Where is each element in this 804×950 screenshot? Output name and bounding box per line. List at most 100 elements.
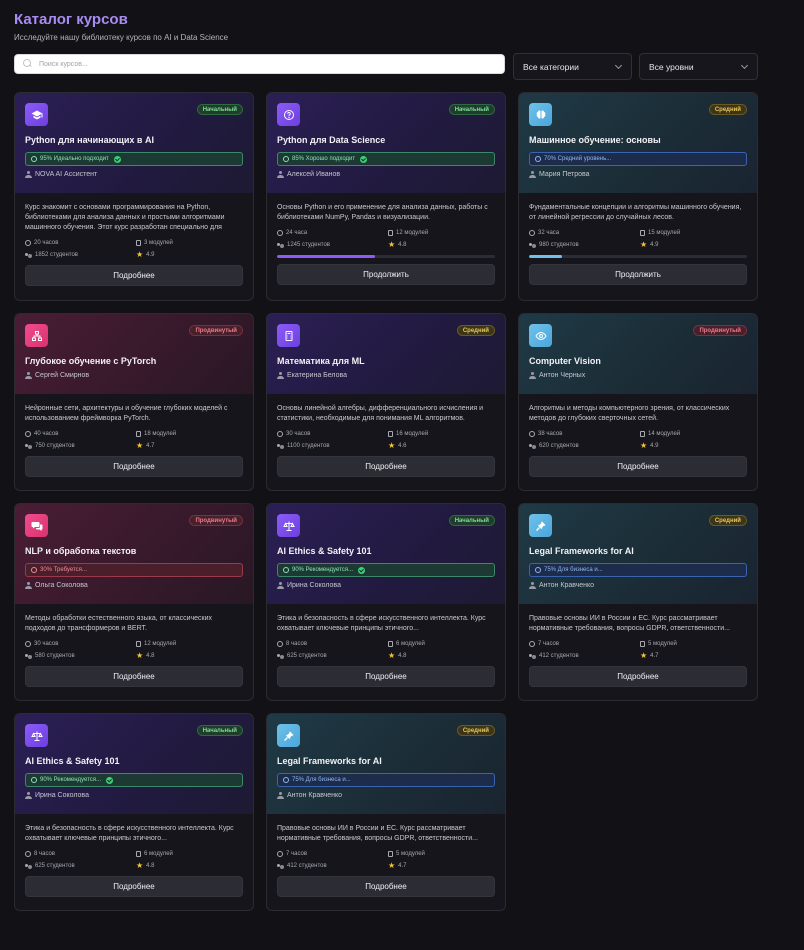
course-card[interactable]: Начальный Python для начинающих в AI 95%…: [14, 92, 254, 301]
rating-value: 4.8: [398, 653, 407, 659]
users-icon: [529, 242, 536, 248]
course-stats: 24 часа 12 модулей 1245 студентов ★ 4.8: [277, 229, 495, 249]
course-card[interactable]: Продвинутый Computer Vision Антон Черных…: [518, 313, 758, 491]
book-icon: [388, 641, 393, 647]
book-icon: [136, 431, 141, 437]
stat-rating: ★ 4.9: [640, 442, 740, 450]
details-button[interactable]: Подробнее: [529, 456, 747, 477]
students-value: 1245 студентов: [287, 242, 330, 248]
rating-value: 4.7: [398, 863, 407, 869]
course-card[interactable]: Начальный AI Ethics & Safety 101 90% Рек…: [14, 713, 254, 911]
clock-icon: [277, 431, 283, 437]
students-value: 1100 студентов: [287, 443, 330, 449]
star-icon: ★: [136, 441, 144, 450]
details-button[interactable]: Подробнее: [25, 876, 243, 897]
category-select[interactable]: Все категории: [513, 53, 632, 80]
clock-icon: [277, 230, 283, 236]
match-indicator: 95% Идеально подходит: [25, 152, 243, 166]
course-card[interactable]: Начальный Python для Data Science 85% Хо…: [266, 92, 506, 301]
users-icon: [25, 653, 32, 659]
students-value: 1852 студентов: [35, 252, 78, 258]
course-stats: 7 часов 5 модулей 412 студентов ★ 4.7: [529, 640, 747, 660]
course-title: AI Ethics & Safety 101: [277, 546, 372, 556]
author-name: Мария Петрова: [539, 171, 590, 178]
stat-students: 620 студентов: [529, 442, 640, 450]
stat-students: 1100 студентов: [277, 442, 388, 450]
search-input[interactable]: [39, 60, 479, 68]
card-body: Курс знакомит с основами программировани…: [15, 193, 253, 286]
course-card[interactable]: Средний Legal Frameworks for AI 75% Для …: [518, 503, 758, 701]
course-description: Основы Python и его применение для анали…: [277, 204, 488, 221]
stat-modules: 16 модулей: [388, 430, 488, 438]
course-description: Курс знакомит с основами программировани…: [25, 204, 225, 231]
course-card[interactable]: Средний Математика для ML Екатерина Бело…: [266, 313, 506, 491]
course-card[interactable]: Начальный AI Ethics & Safety 101 90% Рек…: [266, 503, 506, 701]
details-button[interactable]: Подробнее: [277, 666, 495, 687]
details-button[interactable]: Подробнее: [277, 456, 495, 477]
card-body: Методы обработки естественного языка, от…: [15, 604, 253, 687]
book-icon: [640, 431, 645, 437]
details-button[interactable]: Подробнее: [529, 666, 747, 687]
help-circle-icon: [277, 103, 300, 126]
continue-button[interactable]: Продолжить: [529, 264, 747, 285]
rating-value: 4.8: [146, 653, 155, 659]
chevron-down-icon: [740, 61, 749, 69]
modules-value: 18 модулей: [144, 431, 177, 437]
user-icon: [25, 582, 32, 589]
user-icon: [25, 372, 32, 379]
match-indicator: 90% Рекомендуется...: [277, 563, 495, 577]
card-header: Средний Математика для ML Екатерина Бело…: [267, 314, 505, 394]
search-box[interactable]: [14, 54, 505, 74]
page-title: Каталог курсов: [14, 11, 128, 28]
users-icon: [277, 653, 284, 659]
students-value: 580 студентов: [35, 653, 75, 659]
target-icon: [31, 777, 37, 783]
course-title: NLP и обработка текстов: [25, 546, 137, 556]
target-icon: [283, 777, 289, 783]
author-name: Антон Черных: [539, 372, 586, 379]
scale-icon: [277, 514, 300, 537]
match-label: 85% Хорошо подходит: [292, 156, 356, 162]
star-icon: ★: [640, 441, 648, 450]
card-body: Нейронные сети, архитектуры и обучение г…: [15, 394, 253, 477]
details-button[interactable]: Подробнее: [25, 666, 243, 687]
stat-rating: ★ 4.8: [388, 652, 488, 660]
students-value: 625 студентов: [35, 863, 75, 869]
rating-value: 4.9: [650, 242, 659, 248]
course-description: Этика и безопасность в сфере искусственн…: [277, 615, 486, 632]
course-card[interactable]: Продвинутый NLP и обработка текстов 30% …: [14, 503, 254, 701]
match-label: 70% Средний уровень...: [544, 156, 612, 162]
students-value: 412 студентов: [287, 863, 327, 869]
stat-modules: 15 модулей: [640, 229, 740, 237]
modules-value: 14 модулей: [648, 431, 681, 437]
course-card[interactable]: Средний Legal Frameworks for AI 75% Для …: [266, 713, 506, 911]
stat-hours: 7 часов: [277, 850, 388, 858]
level-select[interactable]: Все уровни: [639, 53, 758, 80]
students-value: 620 студентов: [539, 443, 579, 449]
stat-students: 625 студентов: [277, 652, 388, 660]
clock-icon: [277, 641, 283, 647]
card-header: Средний Legal Frameworks for AI 75% Для …: [519, 504, 757, 604]
course-card[interactable]: Продвинутый Глубокое обучение с PyTorch …: [14, 313, 254, 491]
star-icon: ★: [388, 240, 396, 249]
details-button[interactable]: Подробнее: [25, 265, 243, 286]
hours-value: 7 часов: [538, 641, 560, 647]
card-body: Правовые основы ИИ в России и ЕС. Курс р…: [267, 814, 505, 897]
course-card[interactable]: Средний Машинное обучение: основы 70% Ср…: [518, 92, 758, 301]
user-icon: [277, 582, 284, 589]
stat-hours: 8 часов: [277, 640, 388, 648]
stat-hours: 8 часов: [25, 850, 136, 858]
user-icon: [277, 792, 284, 799]
hours-value: 7 часов: [286, 851, 308, 857]
details-button[interactable]: Подробнее: [25, 456, 243, 477]
details-button[interactable]: Подробнее: [277, 876, 495, 897]
course-progress-bar: [277, 255, 495, 258]
calculator-icon: [277, 324, 300, 347]
target-icon: [535, 156, 541, 162]
stat-modules: 3 модулей: [136, 239, 236, 247]
continue-button[interactable]: Продолжить: [277, 264, 495, 285]
book-icon: [136, 851, 141, 857]
users-icon: [25, 863, 32, 869]
course-author: Ольга Соколова: [25, 582, 243, 589]
book-icon: [136, 240, 141, 246]
